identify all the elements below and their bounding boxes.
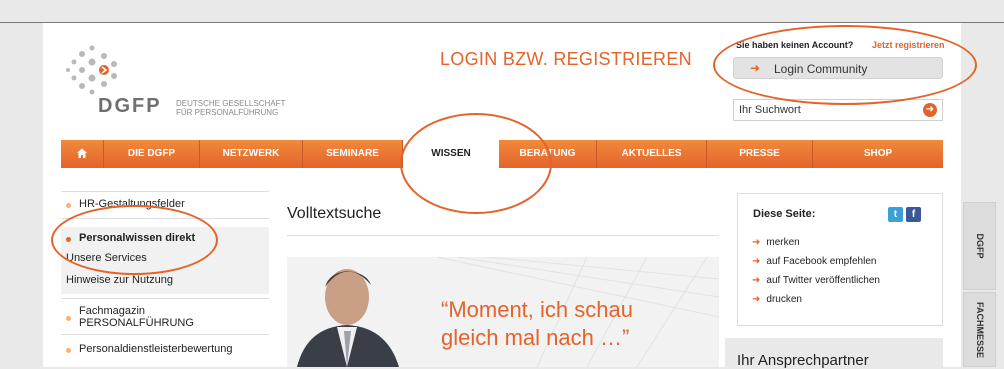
search-go-icon[interactable]: ➜	[923, 103, 937, 117]
login-community-button[interactable]: ➜ Login Community	[733, 57, 943, 79]
action-twitter-label: auf Twitter veröffentlichen	[766, 275, 880, 286]
arrow-right-icon: ➜	[752, 256, 761, 267]
sidebar-divider	[61, 298, 269, 299]
action-merken-label: merken	[766, 237, 800, 248]
side-tab-fachmesse-label: FACHMESSE	[974, 301, 985, 358]
action-facebook-label: auf Facebook empfehlen	[766, 256, 877, 267]
bullet-icon	[66, 316, 71, 321]
hero-quote-line1: “Moment, ich schau	[441, 297, 633, 322]
arrow-right-icon: ➜	[752, 294, 761, 305]
fachmagazin-line1: Fachmagazin	[79, 305, 146, 317]
register-link[interactable]: Jetzt registrieren	[872, 40, 945, 50]
bullet-icon	[66, 203, 71, 208]
page-actions-title: Diese Seite:	[753, 208, 816, 220]
hero-quote: “Moment, ich schau gleich mal nach …”	[441, 296, 633, 352]
fachmagazin-line2: PERSONALFÜHRUNG	[79, 317, 194, 329]
sidebar-item-hr-gestaltungsfelder[interactable]: HR-Gestaltungsfelder	[79, 198, 185, 210]
twitter-icon[interactable]: t	[888, 207, 903, 222]
action-drucken-label: drucken	[766, 294, 802, 305]
sidebar-item-personalwissen-direkt[interactable]: Personalwissen direkt	[79, 232, 195, 244]
nav-beratung[interactable]: BERATUNG	[499, 140, 597, 168]
nav-seminare[interactable]: SEMINARE	[303, 140, 403, 168]
nav-shop[interactable]: SHOP	[813, 140, 943, 168]
logo-subtitle: DEUTSCHE GESELLSCHAFT FÜR PERSONALFÜHRUN…	[176, 99, 285, 117]
sidebar-divider	[61, 191, 269, 192]
sidebar-item-personaldienstleisterbewertung[interactable]: Personaldienstleisterbewertung	[79, 343, 232, 355]
sidebar-divider	[61, 218, 269, 219]
logo-wordmark: DGFP	[98, 95, 162, 117]
arrow-right-icon: ➜	[750, 61, 761, 75]
contact-title: Ihr Ansprechpartner	[737, 352, 869, 369]
action-twitter[interactable]: ➜ auf Twitter veröffentlichen	[752, 275, 880, 286]
login-community-label: Login Community	[774, 62, 868, 76]
annotation-title: LOGIN BZW. REGISTRIEREN	[440, 49, 692, 69]
search-placeholder: Ihr Suchwort	[739, 104, 801, 116]
action-drucken[interactable]: ➜ drucken	[752, 294, 802, 305]
arrow-right-icon: ➜	[752, 237, 761, 248]
bullet-icon	[66, 348, 71, 353]
nav-wissen[interactable]: WISSEN	[403, 134, 499, 168]
sidebar-divider	[61, 334, 269, 335]
account-question: Sie haben keinen Account?	[736, 40, 854, 50]
search-input[interactable]: Ihr Suchwort ➜	[733, 99, 943, 121]
bullet-active-icon	[66, 237, 71, 242]
nav-home[interactable]	[61, 140, 104, 168]
side-tab-dgfp-label: DGFP	[974, 233, 985, 259]
title-divider	[287, 235, 719, 236]
page-title: Volltextsuche	[287, 205, 382, 222]
hero-quote-line2: gleich mal nach …”	[441, 325, 630, 350]
sidebar-item-fachmagazin[interactable]: Fachmagazin PERSONALFÜHRUNG	[79, 305, 194, 329]
nav-netzwerk[interactable]: NETZWERK	[200, 140, 303, 168]
sidebar-item-hinweise[interactable]: Hinweise zur Nutzung	[66, 274, 173, 286]
side-tab-fachmesse[interactable]: FACHMESSE	[963, 292, 996, 367]
page-actions-panel: Diese Seite: t f ➜ merken ➜ auf Facebook e…	[737, 193, 943, 326]
nav-presse[interactable]: PRESSE	[707, 140, 813, 168]
contact-box: Ihr Ansprechpartner	[725, 338, 943, 369]
logo-subtitle-line1: DEUTSCHE GESELLSCHAFT	[176, 99, 286, 108]
side-tab-dgfp[interactable]: DGFP	[963, 202, 996, 290]
arrow-right-icon: ➜	[752, 275, 761, 286]
logo-subtitle-line2: FÜR PERSONALFÜHRUNG	[176, 108, 279, 117]
facebook-icon[interactable]: f	[906, 207, 921, 222]
dgfp-logo-icon	[66, 45, 117, 95]
nav-die-dgfp[interactable]: DIE DGFP	[104, 140, 200, 168]
action-facebook[interactable]: ➜ auf Facebook empfehlen	[752, 256, 876, 267]
sidebar-item-unsere-services[interactable]: Unsere Services	[66, 252, 147, 264]
main-nav: DIE DGFP NETZWERK SEMINARE WISSEN BERATU…	[61, 134, 943, 168]
home-icon	[77, 148, 87, 159]
action-merken[interactable]: ➜ merken	[752, 237, 800, 248]
nav-aktuelles[interactable]: AKTUELLES	[597, 140, 707, 168]
